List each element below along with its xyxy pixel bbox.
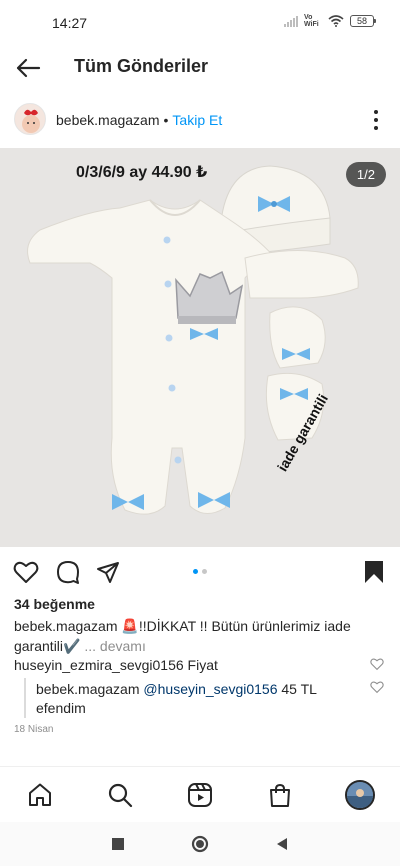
- search-icon: [108, 783, 133, 808]
- nav-search[interactable]: [104, 779, 136, 811]
- comment-like-icon[interactable]: [370, 657, 384, 671]
- reply-item: bebek.magazam @huseyin_sevgi0156 45 TL e…: [36, 680, 356, 718]
- system-navigation: [0, 822, 400, 866]
- comment-item: huseyin_ezmira_sevgi0156 Fiyat: [14, 656, 364, 674]
- nav-reels[interactable]: [184, 779, 216, 811]
- volte-wifi-label: Vo WiFi: [304, 14, 319, 28]
- status-bar: 14:27 Vo WiFi 58: [0, 0, 400, 44]
- status-time: 14:27: [52, 15, 88, 31]
- reply-like-icon[interactable]: [370, 680, 384, 694]
- caption-username[interactable]: bebek.magazam: [14, 618, 118, 634]
- heart-icon: [13, 561, 39, 583]
- reels-icon: [188, 783, 212, 807]
- post-actions: [0, 552, 400, 592]
- baby-outfit-illustration: [27, 165, 359, 515]
- baby-avatar-icon: [15, 104, 45, 134]
- save-button[interactable]: [360, 558, 388, 586]
- carousel-dots: [193, 569, 207, 574]
- post-caption: bebek.magazam 🚨!!DİKKAT !! Bütün ürünler…: [14, 616, 386, 656]
- home-system-button[interactable]: [190, 834, 210, 854]
- author-username[interactable]: bebek.magazam: [56, 112, 160, 128]
- more-dot: [374, 110, 378, 114]
- status-icons: Vo WiFi 58: [284, 14, 376, 28]
- profile-photo-icon: [347, 782, 373, 808]
- likes-count[interactable]: 34 beğenme: [14, 596, 95, 612]
- battery-icon: 58: [350, 15, 376, 27]
- like-button[interactable]: [12, 558, 40, 586]
- back-system-button[interactable]: [272, 834, 292, 854]
- wifi-icon: [328, 15, 344, 27]
- post-date: 18 Nisan: [14, 724, 54, 735]
- more-dot: [374, 126, 378, 130]
- back-button[interactable]: [12, 54, 44, 82]
- header: Tüm Gönderiler: [0, 44, 400, 92]
- caption-more-link[interactable]: ... devamı: [84, 638, 145, 654]
- bottom-navigation: [0, 766, 400, 822]
- post-author-row: bebek.magazam • Takip Et: [0, 100, 400, 140]
- carousel-dot: [202, 569, 207, 574]
- author-avatar[interactable]: [14, 103, 46, 135]
- bookmark-filled-icon: [365, 561, 383, 583]
- share-button[interactable]: [94, 558, 122, 586]
- page-title: Tüm Gönderiler: [74, 56, 209, 76]
- shopping-bag-icon: [270, 783, 290, 807]
- more-dot: [374, 118, 378, 122]
- comment-text: Fiyat: [183, 657, 218, 673]
- send-icon: [97, 562, 119, 583]
- post-image[interactable]: 0/3/6/9 ay 44.90 ₺ 1/2 iade garantili: [0, 148, 400, 547]
- carousel-dot-active: [193, 569, 198, 574]
- nav-profile[interactable]: [344, 779, 376, 811]
- home-icon: [29, 783, 51, 806]
- reply-thread-line: [24, 678, 26, 718]
- slide-counter: 1/2: [345, 162, 386, 187]
- reply-mention[interactable]: @huseyin_sevgi0156: [143, 681, 277, 697]
- recents-button[interactable]: [108, 834, 128, 854]
- square-icon: [112, 838, 124, 850]
- arrow-left-icon: [16, 58, 41, 78]
- more-options-button[interactable]: [372, 110, 380, 130]
- separator-dot: •: [163, 112, 169, 128]
- profile-avatar: [345, 780, 375, 810]
- comment-username[interactable]: huseyin_ezmira_sevgi0156: [14, 657, 184, 673]
- signal-icon: [284, 15, 298, 27]
- comment-icon: [57, 561, 79, 584]
- nav-shop[interactable]: [264, 779, 296, 811]
- reply-username[interactable]: bebek.magazam: [36, 681, 140, 697]
- price-overlay-text: 0/3/6/9 ay 44.90 ₺: [76, 164, 208, 181]
- comment-button[interactable]: [54, 558, 82, 586]
- nav-home[interactable]: [24, 779, 56, 811]
- triangle-back-icon: [277, 838, 287, 850]
- circle-icon: [191, 835, 209, 853]
- follow-button[interactable]: Takip Et: [172, 112, 222, 128]
